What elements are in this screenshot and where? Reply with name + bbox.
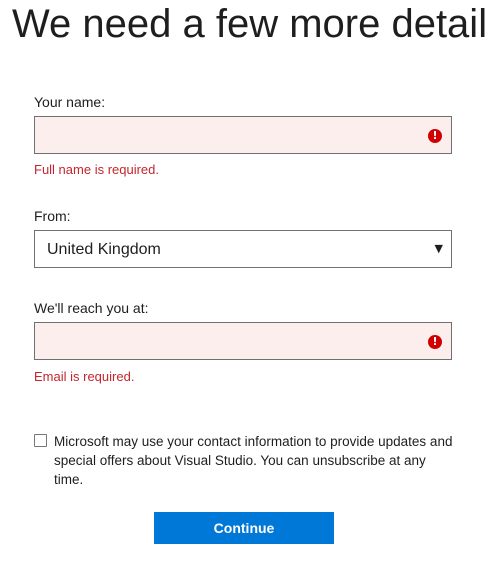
email-field-container: ! [34, 322, 452, 360]
country-selected-value: United Kingdom [47, 241, 161, 258]
name-input[interactable] [35, 117, 451, 153]
email-error-message: Email is required. [34, 369, 135, 384]
name-error-message: Full name is required. [34, 162, 159, 177]
country-select[interactable]: United Kingdom ▼ [34, 230, 452, 268]
name-field-container: ! [34, 116, 452, 154]
error-icon: ! [428, 129, 442, 143]
consent-text: Microsoft may use your contact informati… [54, 434, 453, 487]
email-input[interactable] [35, 323, 451, 359]
consent-checkbox[interactable] [34, 434, 47, 447]
country-label: From: [34, 208, 71, 224]
name-label: Your name: [34, 94, 106, 110]
error-icon: ! [428, 335, 442, 349]
page-title: We need a few more details [12, 2, 488, 46]
continue-button[interactable]: Continue [154, 512, 334, 544]
chevron-down-icon: ▼ [434, 242, 443, 255]
email-label: We'll reach you at: [34, 300, 149, 316]
